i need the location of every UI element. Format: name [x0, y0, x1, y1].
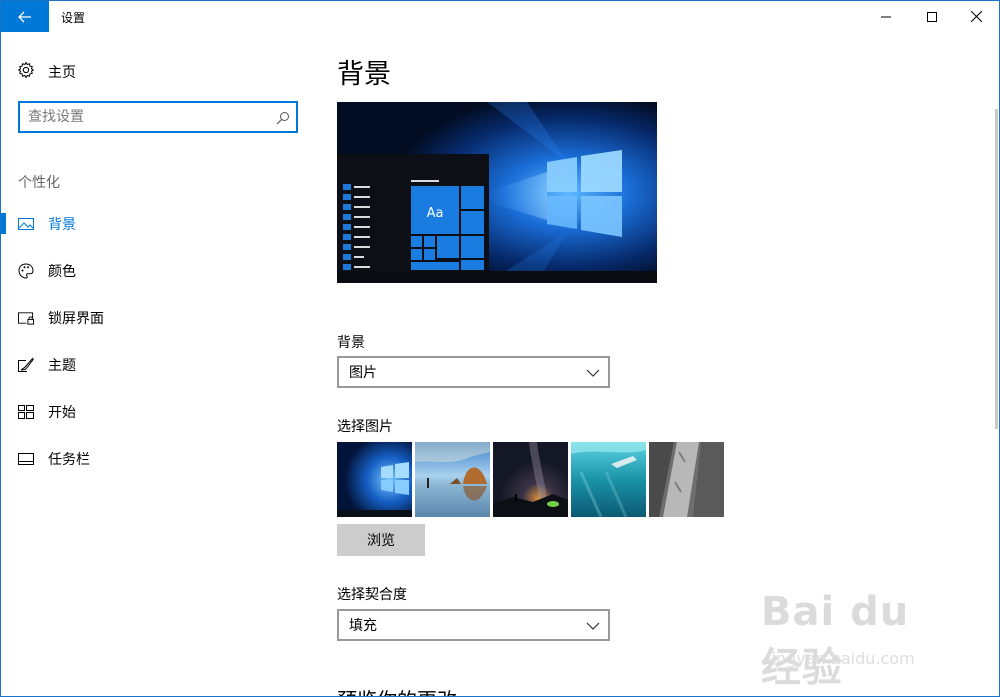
gear-icon — [17, 61, 35, 83]
taskbar-icon — [18, 451, 34, 467]
home-label: 主页 — [48, 65, 76, 81]
back-button[interactable] — [1, 1, 49, 32]
close-button[interactable] — [953, 1, 999, 32]
back-arrow-icon — [18, 11, 32, 23]
sidebar-item-themes[interactable]: 主题 — [1, 341, 315, 388]
sidebar-item-label: 背景 — [48, 216, 76, 233]
sidebar-item-label: 任务栏 — [48, 451, 90, 468]
sidebar: 主页 个性化 背景 颜色 — [1, 32, 315, 696]
browse-button[interactable]: 浏览 — [337, 524, 425, 556]
picture-thumbnail-underwater[interactable] — [571, 442, 646, 517]
close-icon — [970, 7, 982, 26]
theme-brush-icon — [18, 357, 34, 373]
window-title: 设置 — [61, 11, 86, 25]
sidebar-item-start[interactable]: 开始 — [1, 388, 315, 435]
watermark-url: jingyan.baidu.com — [767, 649, 915, 668]
sidebar-item-label: 开始 — [48, 404, 76, 421]
picture-thumbnails — [337, 442, 727, 517]
picture-thumbnail-beach-rocks[interactable] — [415, 442, 490, 517]
page-title: 背景 — [337, 59, 391, 90]
maximize-button[interactable] — [909, 1, 955, 32]
chevron-down-icon — [586, 619, 600, 635]
windows-wallpaper-preview-image: Aa — [337, 102, 657, 283]
picture-thumbnail-windows[interactable] — [337, 442, 412, 517]
watermark-logo-text: Bai du 经验 — [761, 589, 910, 691]
search-box[interactable] — [18, 101, 298, 133]
preview-tile-label: Aa — [427, 206, 444, 221]
sidebar-item-colors[interactable]: 颜色 — [1, 247, 315, 294]
lock-screen-icon — [18, 310, 34, 326]
sidebar-item-label: 锁屏界面 — [48, 310, 104, 327]
maximize-icon — [927, 7, 937, 26]
search-input[interactable] — [28, 108, 268, 126]
minimize-button[interactable] — [863, 1, 909, 32]
picture-thumbnail-night-sky[interactable] — [493, 442, 568, 517]
sidebar-item-label: 主题 — [48, 357, 76, 374]
preview-changes-heading: 预览你的更改 — [337, 684, 457, 696]
fit-value: 填充 — [349, 618, 377, 634]
background-type-dropdown[interactable]: 图片 — [337, 356, 610, 388]
background-type-value: 图片 — [349, 365, 377, 381]
baidu-jingyan-watermark: Bai du 经验 jingyan.baidu.com — [761, 589, 961, 691]
home-nav-item[interactable]: 主页 — [17, 61, 76, 83]
personalization-nav: 背景 颜色 锁屏界面 主题 开始 任务栏 — [1, 200, 315, 482]
vertical-scrollbar[interactable] — [995, 109, 998, 429]
title-bar: 设置 — [1, 1, 999, 32]
chevron-down-icon — [586, 366, 600, 382]
choose-fit-label: 选择契合度 — [337, 587, 407, 603]
sidebar-item-label: 颜色 — [48, 263, 76, 280]
start-grid-icon — [18, 404, 34, 420]
section-title-personalization: 个性化 — [18, 175, 60, 191]
sidebar-item-taskbar[interactable]: 任务栏 — [1, 435, 315, 482]
sidebar-item-background[interactable]: 背景 — [1, 200, 315, 247]
sidebar-item-lock-screen[interactable]: 锁屏界面 — [1, 294, 315, 341]
picture-icon — [18, 216, 34, 232]
settings-window: 设置 主页 查找设置 个性化 背景 颜色 锁屏界面 主题 开始 任务栏 背景 A… — [0, 0, 1000, 697]
background-type-label: 背景 — [337, 335, 365, 351]
desktop-preview: Aa — [337, 102, 657, 283]
fit-dropdown[interactable]: 填充 — [337, 609, 610, 641]
picture-thumbnail-rock-cliff[interactable] — [649, 442, 724, 517]
choose-picture-label: 选择图片 — [337, 419, 393, 435]
minimize-icon — [881, 7, 891, 26]
palette-icon — [18, 262, 34, 279]
search-icon[interactable] — [276, 110, 290, 129]
